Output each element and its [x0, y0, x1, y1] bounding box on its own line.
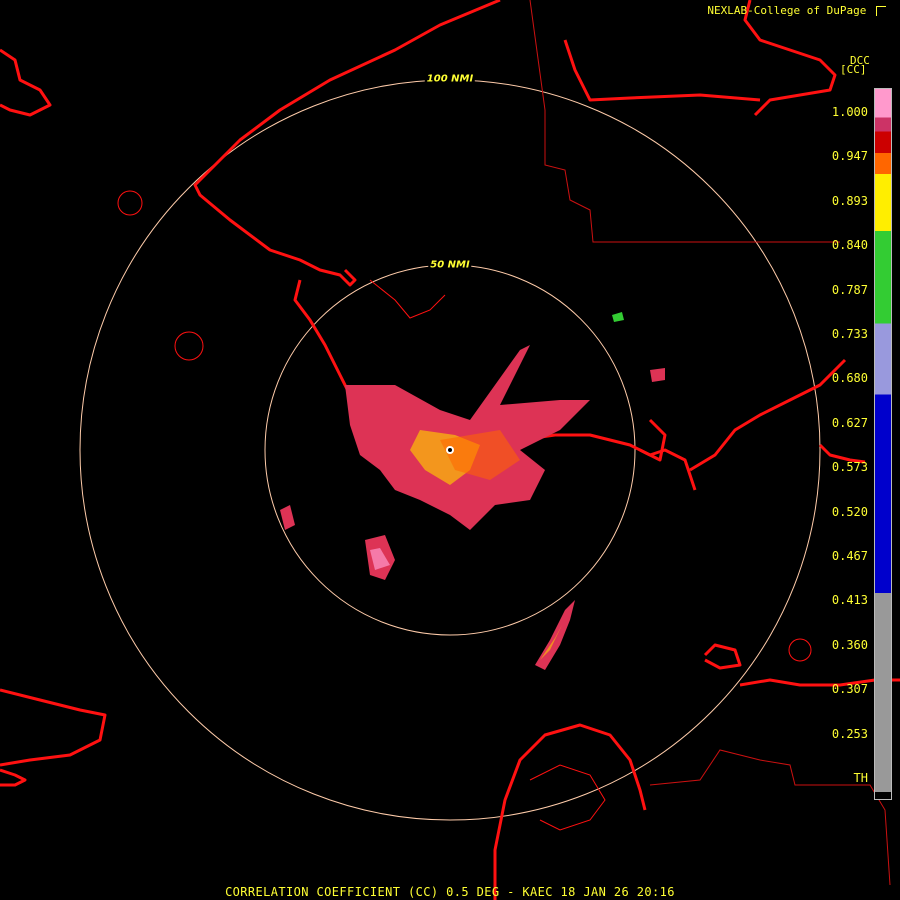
color-scale-tick: 0.253: [831, 726, 868, 741]
product-caption: CORRELATION COEFFICIENT (CC) 0.5 DEG - K…: [225, 885, 675, 899]
color-scale-tick: 0.680: [831, 371, 868, 386]
color-scale-tick: 0.413: [831, 593, 868, 608]
radar-echoes: [280, 312, 665, 670]
radar-display: 100 NMI 50 NMI NEXLAB-College of DuPage …: [0, 0, 900, 900]
color-scale-tick: 0.360: [831, 637, 868, 652]
color-scale-tick: 0.307: [831, 682, 868, 697]
color-scale-tick: 0.840: [831, 238, 868, 253]
color-scale-tick: 0.787: [831, 282, 868, 297]
radar-map: [0, 0, 900, 900]
color-scale-tick: 0.947: [831, 149, 868, 164]
range-ring-label-100: 100 NMI: [424, 73, 476, 85]
color-scale-tick: 0.467: [831, 549, 868, 563]
color-scale-tick: 0.627: [831, 415, 868, 430]
color-scale-tick: 0.733: [831, 327, 868, 341]
color-scale-tick: 1.000: [831, 105, 868, 119]
color-scale-tick: 0.520: [831, 504, 868, 519]
range-ring-label-50: 50 NMI: [428, 259, 472, 271]
boundary-line-north: [529, 0, 840, 243]
source-credit: NEXLAB-College of DuPage: [707, 4, 886, 17]
color-scale-bar: [874, 88, 892, 800]
product-unit: [CC]: [840, 63, 867, 76]
source-credit-text: NEXLAB-College of DuPage: [707, 4, 867, 17]
color-scale-tick: TH: [853, 771, 868, 785]
color-scale-tick: 0.573: [831, 460, 868, 475]
color-scale-tick: 0.893: [831, 193, 868, 208]
cod-corner-logo-icon: [876, 6, 886, 16]
